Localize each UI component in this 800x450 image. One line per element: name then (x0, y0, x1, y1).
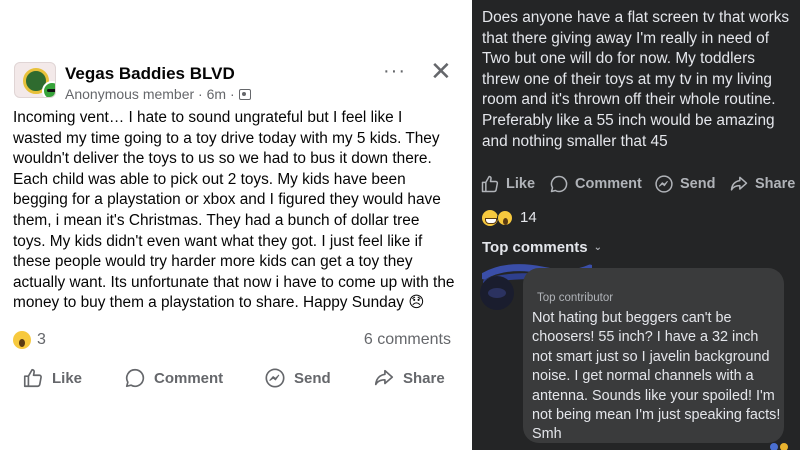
share-arrow-icon (374, 369, 394, 386)
comment-button[interactable]: Comment (124, 367, 223, 389)
share-arrow-icon (730, 176, 748, 191)
comment-label: Comment (575, 176, 642, 192)
share-label: Share (403, 369, 445, 387)
send-button[interactable]: Send (654, 174, 715, 194)
wow-reaction-icon (13, 331, 31, 349)
comment-text: Not hating but beggers can't be choosers… (532, 310, 781, 443)
like-label: Like (52, 369, 83, 387)
post-action-bar: Like Comment Send Share (472, 174, 800, 196)
comment-label: Comment (154, 369, 224, 387)
send-button[interactable]: Send (264, 367, 331, 389)
comment-bubble-icon (550, 175, 568, 193)
post-meta-text: Anonymous member · 6m · (65, 86, 235, 102)
reaction-count: 3 (37, 331, 46, 348)
comments-count-link[interactable]: 6 comments (364, 331, 451, 349)
group-name[interactable]: Vegas Baddies BLVD (65, 64, 235, 84)
like-label: Like (506, 176, 536, 192)
share-button[interactable]: Share (729, 174, 795, 194)
post-meta: Anonymous member · 6m · (65, 86, 251, 102)
share-button[interactable]: Share (373, 367, 445, 389)
panel-divider (465, 0, 472, 450)
chevron-down-icon: ⌄ (593, 242, 602, 253)
reaction-summary[interactable]: 3 (13, 331, 46, 349)
reaction-summary[interactable]: 14 (482, 209, 537, 226)
haha-reaction-icon (780, 443, 788, 450)
messenger-icon (655, 175, 673, 193)
post-action-bar: Like Comment Send Share (0, 367, 465, 393)
reaction-count: 14 (520, 209, 537, 226)
comment-button[interactable]: Comment (549, 174, 642, 194)
like-reaction-icon (770, 443, 778, 450)
top-contributor-badge: Top contributor (537, 292, 614, 304)
like-button[interactable]: Like (22, 367, 82, 389)
thumbs-up-icon (481, 175, 499, 193)
anonymous-member-icon (42, 81, 55, 97)
post-body: Incoming vent… I hate to sound ungratefu… (13, 109, 455, 312)
comment-reactions[interactable] (770, 443, 788, 450)
send-label: Send (294, 369, 331, 387)
top-comments-dropdown[interactable]: Top comments ⌄ (482, 239, 602, 256)
thumbs-up-icon (23, 368, 42, 388)
haha-reaction-icon (482, 209, 498, 226)
close-button[interactable]: ✕ (430, 58, 452, 84)
like-button[interactable]: Like (480, 174, 535, 194)
post-body: Does anyone have a flat screen tv that w… (482, 9, 790, 150)
top-comments-label: Top comments (482, 239, 588, 256)
left-post-panel: Vegas Baddies BLVD Anonymous member · 6m… (0, 0, 465, 450)
more-options-button[interactable]: ··· (383, 60, 406, 83)
audience-icon (238, 88, 251, 100)
messenger-icon (265, 368, 285, 388)
commenter-avatar[interactable] (480, 276, 514, 310)
comment-bubble-icon (125, 368, 145, 388)
wow-reaction-icon (497, 209, 513, 226)
send-label: Send (680, 176, 716, 192)
share-label: Share (755, 176, 796, 192)
group-avatar[interactable] (14, 62, 56, 98)
